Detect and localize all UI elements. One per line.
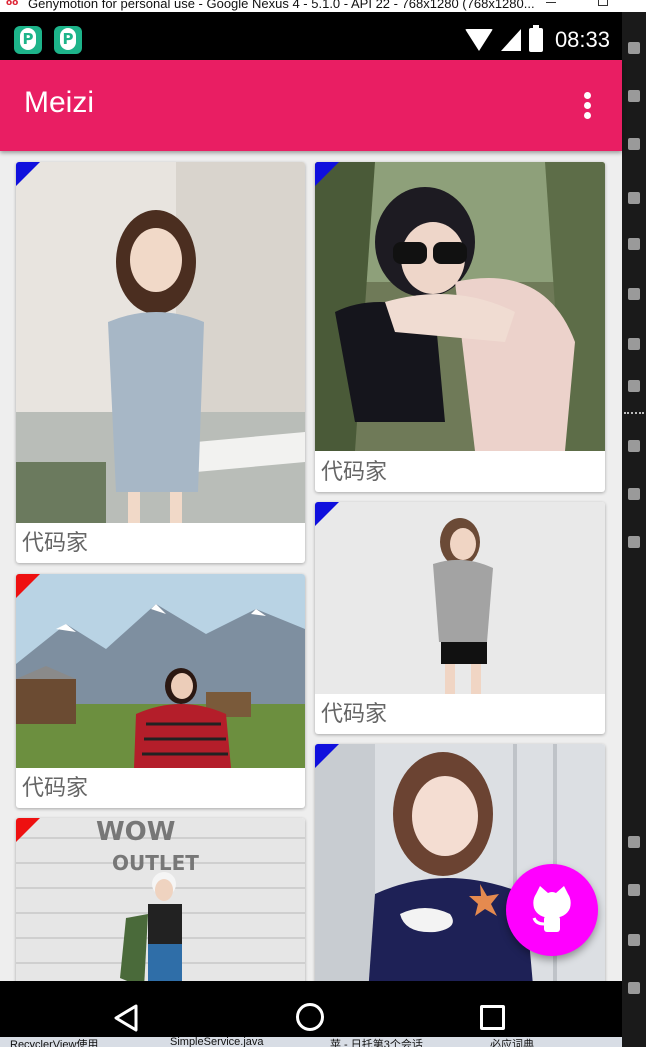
- capture-widget-icon[interactable]: [628, 192, 640, 204]
- github-fab-button[interactable]: [506, 864, 598, 956]
- wifi-icon: [464, 29, 493, 51]
- photo-card[interactable]: 代码家: [315, 502, 605, 734]
- rotate-icon[interactable]: [628, 536, 640, 548]
- host-window-titlebar: oo Genymotion for personal use - Google …: [0, 0, 646, 12]
- windows-taskbar: RecyclerView使用 SimpleService.java 苹 - 日托…: [0, 1037, 622, 1047]
- corner-tag-icon: [315, 502, 339, 526]
- taskbar-item[interactable]: 苹 - 日托第3个会话: [330, 1037, 423, 1047]
- corner-tag-icon: [315, 162, 339, 186]
- photo-grid[interactable]: 代码家 代码家 代码家 代码家 WOW OUTLET: [0, 151, 622, 981]
- status-bar: 08:33: [0, 12, 622, 60]
- emulator-side-panel: [622, 12, 646, 1047]
- cell-signal-icon: [500, 29, 521, 51]
- card-caption: 代码家: [22, 531, 89, 556]
- corner-tag-icon: [315, 744, 339, 768]
- svg-text:OUTLET: OUTLET: [112, 851, 199, 875]
- recents-icon[interactable]: [480, 1005, 505, 1030]
- camera-widget-icon[interactable]: [628, 138, 640, 150]
- remote-control-icon[interactable]: [628, 238, 640, 250]
- home-icon[interactable]: [296, 1003, 324, 1031]
- card-caption: 代码家: [321, 460, 388, 485]
- maximize-button[interactable]: [598, 0, 608, 6]
- github-octocat-icon: [532, 886, 571, 932]
- taskbar-item[interactable]: RecyclerView使用: [10, 1037, 98, 1047]
- photo-girl-in-grey-tee: [315, 502, 605, 694]
- host-window-title: Genymotion for personal use - Google Nex…: [28, 0, 535, 11]
- photo-girl-at-outlet-wall: WOW OUTLET: [16, 818, 305, 981]
- recent-apps-side-icon[interactable]: [628, 982, 640, 994]
- back-icon[interactable]: [112, 1003, 142, 1033]
- taskbar-item[interactable]: 必应词典: [490, 1037, 534, 1047]
- gps-widget-icon[interactable]: [628, 90, 640, 102]
- corner-tag-icon: [16, 818, 40, 842]
- taskbar-item[interactable]: SimpleService.java: [170, 1037, 264, 1047]
- overflow-menu-icon[interactable]: [576, 90, 600, 122]
- app-p-icon: [54, 26, 82, 54]
- phone-icon[interactable]: [628, 380, 640, 392]
- photo-card[interactable]: 代码家: [16, 162, 305, 563]
- corner-tag-icon: [16, 574, 40, 598]
- app-toolbar: Meizi: [0, 60, 622, 151]
- card-caption: 代码家: [321, 702, 388, 727]
- battery-widget-icon[interactable]: [628, 42, 640, 54]
- photo-card[interactable]: 代码家: [315, 162, 605, 492]
- home-side-icon[interactable]: [628, 884, 640, 896]
- volume-up-icon[interactable]: [628, 440, 640, 452]
- panel-divider: [624, 412, 644, 414]
- card-caption: 代码家: [22, 776, 89, 801]
- photo-girl-in-grey-dress: [16, 162, 305, 523]
- app-title: Meizi: [24, 86, 95, 119]
- photo-card[interactable]: WOW OUTLET: [16, 818, 305, 981]
- battery-icon: [528, 25, 543, 52]
- corner-tag-icon: [16, 162, 40, 186]
- svg-text:WOW: WOW: [96, 818, 175, 847]
- photo-girl-with-sunglasses: [315, 162, 605, 451]
- genymotion-logo-icon: oo: [6, 0, 19, 8]
- minimize-button[interactable]: [546, 2, 556, 3]
- photo-girl-in-mountains: [16, 574, 305, 768]
- network-icon[interactable]: [628, 338, 640, 350]
- volume-down-icon[interactable]: [628, 488, 640, 500]
- menu-side-icon[interactable]: [628, 934, 640, 946]
- photo-card[interactable]: 代码家: [16, 574, 305, 808]
- app-p-icon: [14, 26, 42, 54]
- identifiers-icon[interactable]: [628, 288, 640, 300]
- back-side-icon[interactable]: [628, 836, 640, 848]
- status-time: 08:33: [554, 27, 610, 52]
